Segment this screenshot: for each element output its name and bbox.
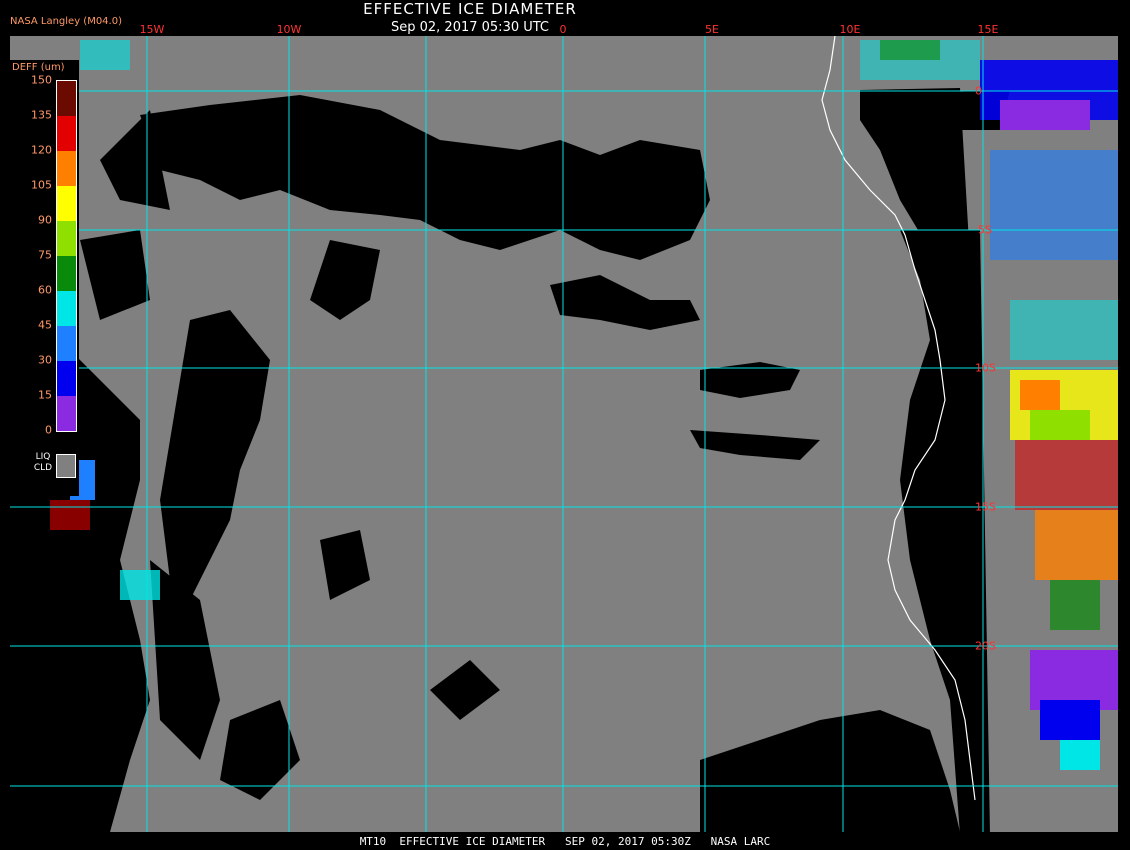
footer-caption: MT10 EFFECTIVE ICE DIAMETER SEP 02, 2017… xyxy=(359,835,771,848)
legend-swatch xyxy=(57,326,76,361)
lon-label-15e: 15E xyxy=(977,23,999,36)
legend-tick-label: 15 xyxy=(38,388,52,402)
legend-swatch xyxy=(57,116,76,151)
producer-label: NASA Langley (M04.0) xyxy=(10,16,122,27)
legend-tick-label: 105 xyxy=(31,178,52,192)
lon-label-15w: 15W xyxy=(139,23,165,36)
legend-tick-label: 135 xyxy=(31,108,52,122)
legend-swatch xyxy=(57,151,76,186)
legend-swatch xyxy=(57,186,76,221)
legend-tick-label: 75 xyxy=(38,248,52,262)
lon-label-10w: 10W xyxy=(276,23,302,36)
legend-tick-label: 120 xyxy=(31,143,52,157)
legend-swatch xyxy=(57,291,76,326)
liquid-label-line2: CLD xyxy=(33,463,53,473)
legend-tick-label: 0 xyxy=(45,423,52,437)
map-title: EFFECTIVE ICE DIAMETER xyxy=(363,0,577,18)
lat-label-5s: 5S xyxy=(978,223,992,237)
legend-tick-label: 150 xyxy=(31,73,52,87)
liquid-label-line1: LIQ xyxy=(35,452,51,462)
legend-title: DEFF (um) xyxy=(12,62,65,73)
lon-label-10e: 10E xyxy=(839,23,861,36)
color-legend: DEFF (um) 150 135 120 105 90 75 60 45 30 15 0 LIQ … xyxy=(4,60,79,496)
lat-label-15s: 15S xyxy=(975,500,996,514)
legend-swatch xyxy=(57,396,76,431)
lon-label-0: 0 xyxy=(559,23,567,36)
lat-label-0: 0 xyxy=(975,84,982,98)
legend-swatch xyxy=(57,81,76,116)
legend-tick-label: 30 xyxy=(38,353,52,367)
lat-label-20s: 20S xyxy=(975,639,996,653)
legend-color-bar xyxy=(56,80,77,432)
legend-tick-label: 60 xyxy=(38,283,52,297)
lat-label-10s: 10S xyxy=(975,361,996,375)
legend-swatch xyxy=(57,256,76,291)
satellite-map xyxy=(10,35,1118,835)
legend-tick-label: 45 xyxy=(38,318,52,332)
lon-label-5e: 5E xyxy=(705,23,719,36)
legend-swatch xyxy=(57,221,76,256)
liquid-cloud-label: LIQ CLD xyxy=(32,452,54,474)
legend-swatch xyxy=(57,361,76,396)
legend-tick-label: 90 xyxy=(38,213,52,227)
liquid-cloud-swatch xyxy=(56,454,76,478)
